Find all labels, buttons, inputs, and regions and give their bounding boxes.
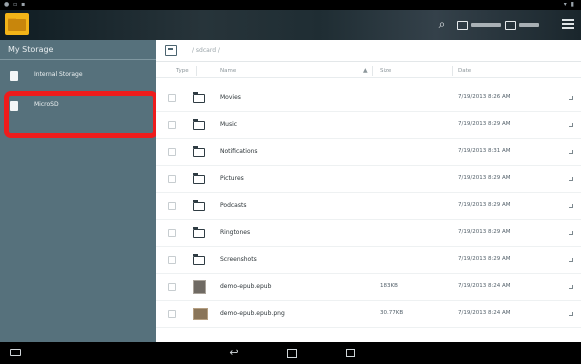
file-thumbnail-icon — [193, 280, 206, 294]
sidebar-item-internal-storage[interactable]: Internal Storage — [0, 64, 156, 88]
row-checkbox[interactable] — [168, 121, 176, 129]
internal-storage-icon — [10, 71, 18, 81]
file-manager-folder-icon[interactable] — [5, 13, 29, 35]
file-date: 7/19/2013 8:29 AM — [458, 121, 511, 127]
row-checkbox[interactable] — [168, 256, 176, 264]
sort-ascending-icon[interactable]: ▲ — [363, 67, 368, 74]
folder-icon — [192, 173, 205, 184]
folder-up-icon[interactable] — [165, 45, 177, 56]
folder-icon — [192, 227, 205, 238]
table-row[interactable]: Music 7/19/2013 8:29 AM — [156, 112, 581, 139]
column-size[interactable]: Size — [380, 68, 391, 74]
sidebar-title: My Storage — [8, 45, 54, 54]
file-date: 7/19/2013 8:29 AM — [458, 202, 511, 208]
table-row[interactable]: Screenshots 7/19/2013 8:29 AM — [156, 247, 581, 274]
file-date: 7/19/2013 8:26 AM — [458, 94, 511, 100]
file-name: Pictures — [220, 175, 244, 182]
file-name: demo-epub.epub.png — [220, 310, 285, 317]
image-thumbnail-icon — [193, 308, 208, 320]
row-checkbox[interactable] — [168, 148, 176, 156]
file-name: Notifications — [220, 148, 258, 155]
internal-storage-icon — [457, 20, 468, 30]
file-name: Music — [220, 121, 238, 128]
column-header: Type Name ▲ Size Date — [156, 64, 581, 78]
recent-apps-icon[interactable] — [342, 346, 358, 360]
row-checkbox[interactable] — [168, 283, 176, 291]
storage-usage-bar — [471, 23, 501, 27]
file-date: 7/19/2013 8:24 AM — [458, 283, 511, 289]
file-name: Screenshots — [220, 256, 257, 263]
sidebar-item-label: Internal Storage — [34, 71, 83, 78]
row-menu-icon[interactable] — [569, 231, 573, 235]
row-checkbox[interactable] — [168, 94, 176, 102]
row-menu-icon[interactable] — [569, 150, 573, 154]
file-list-panel: / sdcard / Type Name ▲ Size Date Movies 7… — [156, 40, 581, 342]
folder-icon — [192, 92, 205, 103]
file-size: 30.77KB — [380, 310, 404, 316]
file-date: 7/19/2013 8:24 AM — [458, 310, 511, 316]
screenshot-icon[interactable] — [8, 346, 22, 360]
file-name: Podcasts — [220, 202, 247, 209]
sd-card-icon — [505, 20, 516, 30]
file-name: Ringtones — [220, 229, 251, 236]
folder-icon — [192, 146, 205, 157]
column-type[interactable]: Type — [176, 68, 189, 74]
file-date: 7/19/2013 8:31 AM — [458, 148, 511, 154]
table-row[interactable]: demo-epub.epub.png 30.77KB 7/19/2013 8:24 … — [156, 301, 581, 328]
row-menu-icon[interactable] — [569, 204, 573, 208]
divider — [452, 66, 453, 76]
divider — [0, 59, 156, 60]
file-list: Movies 7/19/2013 8:26 AM Music 7/19/2013 8:… — [156, 85, 581, 342]
row-menu-icon[interactable] — [569, 312, 573, 316]
row-checkbox[interactable] — [168, 202, 176, 210]
table-row[interactable]: Podcasts 7/19/2013 8:29 AM — [156, 193, 581, 220]
sd-card-button[interactable] — [505, 18, 539, 32]
row-menu-icon[interactable] — [569, 258, 573, 262]
current-path: / sdcard / — [192, 47, 220, 54]
table-row[interactable]: Ringtones 7/19/2013 8:29 AM — [156, 220, 581, 247]
table-row[interactable]: Notifications 7/19/2013 8:31 AM — [156, 139, 581, 166]
row-menu-icon[interactable] — [569, 123, 573, 127]
row-checkbox[interactable] — [168, 229, 176, 237]
file-date: 7/19/2013 8:29 AM — [458, 229, 511, 235]
battery-icon: ▾ ▮ — [563, 1, 575, 8]
row-checkbox[interactable] — [168, 175, 176, 183]
table-row[interactable]: demo-epub.epub 183KB 7/19/2013 8:24 AM — [156, 274, 581, 301]
folder-icon — [192, 254, 205, 265]
row-menu-icon[interactable] — [569, 177, 573, 181]
table-row[interactable]: Pictures 7/19/2013 8:29 AM — [156, 166, 581, 193]
search-icon[interactable]: ⌕ — [434, 16, 450, 32]
file-name: Movies — [220, 94, 241, 101]
highlight-annotation — [4, 91, 158, 138]
row-menu-icon[interactable] — [569, 96, 573, 100]
storage-usage-bar — [519, 23, 539, 27]
file-name: demo-epub.epub — [220, 283, 272, 290]
folder-icon — [192, 200, 205, 211]
home-icon[interactable] — [284, 346, 300, 360]
file-date: 7/19/2013 8:29 AM — [458, 256, 511, 262]
divider — [372, 66, 373, 76]
back-icon[interactable]: ↩ — [226, 346, 242, 360]
divider — [196, 66, 197, 76]
status-bar: ● ▫ ▪ ▾ ▮ — [0, 0, 581, 10]
notification-icon: ● ▫ ▪ — [4, 1, 27, 8]
row-checkbox[interactable] — [168, 310, 176, 318]
folder-icon — [192, 119, 205, 130]
sidebar: My Storage Internal Storage MicroSD — [0, 40, 156, 342]
table-row[interactable]: Movies 7/19/2013 8:26 AM — [156, 85, 581, 112]
navigation-bar: ↩ — [0, 342, 581, 364]
column-date[interactable]: Date — [458, 68, 471, 74]
internal-storage-button[interactable] — [457, 18, 501, 32]
file-date: 7/19/2013 8:29 AM — [458, 175, 511, 181]
sort-list-icon[interactable] — [562, 17, 574, 31]
file-size: 183KB — [380, 283, 398, 289]
column-name[interactable]: Name — [220, 68, 236, 74]
action-bar: ⌕ — [0, 10, 581, 40]
row-menu-icon[interactable] — [569, 285, 573, 289]
path-bar: / sdcard / — [156, 40, 581, 62]
